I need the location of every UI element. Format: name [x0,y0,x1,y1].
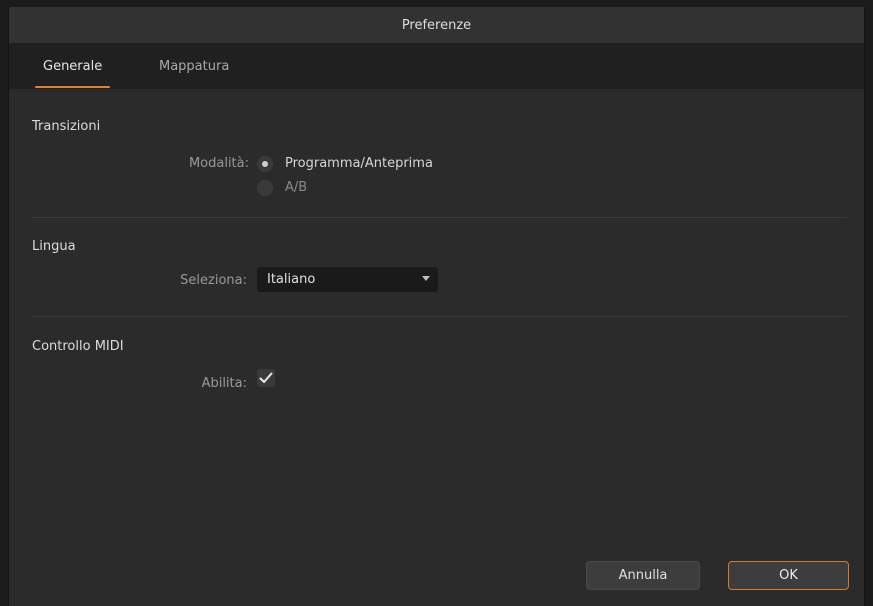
tab-label: Generale [43,59,103,74]
section-divider [32,316,847,317]
active-tab-indicator [35,86,111,88]
ok-button-label: OK [779,568,798,583]
language-select-value: Italiano [267,272,316,287]
section-title-language: Lingua [32,239,76,254]
midi-enable-checkbox[interactable] [257,369,275,387]
section-title-transitions: Transizioni [32,119,101,134]
language-select[interactable]: Italiano [257,267,438,292]
radio-ab[interactable] [257,180,273,196]
section-title-midi: Controllo MIDI [32,339,124,354]
tab-generale[interactable]: Generale [35,44,111,89]
preferences-window: Preferenze Generale Mappatura Transizion… [8,7,865,606]
section-divider [32,217,847,218]
title-bar: Preferenze [9,7,864,44]
tab-label: Mappatura [159,59,230,74]
radio-label-programma-anteprima: Programma/Anteprima [285,156,433,171]
general-settings-panel: Transizioni Modalità: Programma/Anteprim… [9,89,864,606]
checkmark-icon [259,372,273,383]
window-title: Preferenze [401,17,472,33]
cancel-button-label: Annulla [618,568,668,583]
enable-label: Abilita: [201,376,247,391]
radio-programma-anteprima[interactable] [257,156,273,172]
radio-label-ab: A/B [285,180,308,195]
mode-label: Modalità: [188,156,249,171]
chevron-down-icon [422,276,430,281]
select-label: Seleziona: [180,273,247,288]
tab-bar: Generale Mappatura [9,44,864,89]
ok-button[interactable]: OK [728,561,849,590]
tab-mappatura[interactable]: Mappatura [159,44,229,89]
cancel-button[interactable]: Annulla [586,561,700,590]
